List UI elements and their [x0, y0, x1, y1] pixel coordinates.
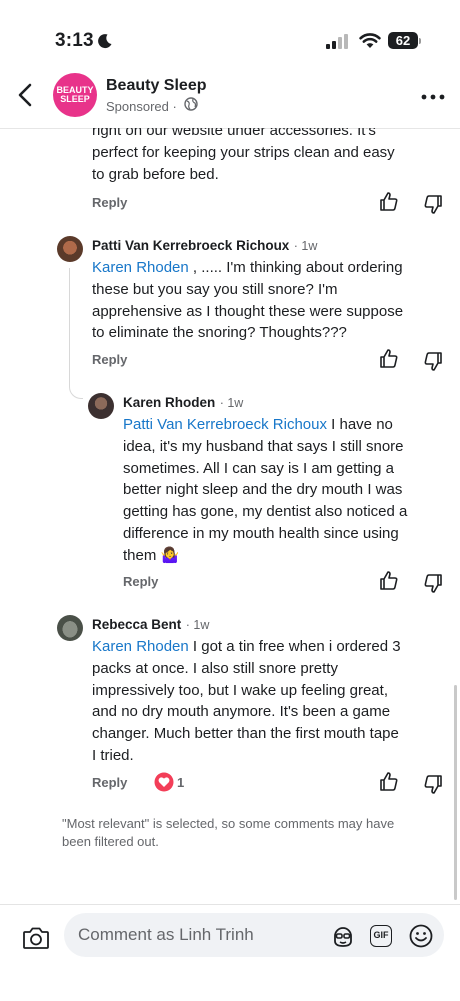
love-reaction-icon[interactable] [154, 772, 174, 792]
avatar[interactable] [88, 393, 114, 419]
comment-1-line: to eliminate the snoring? Thoughts??? [92, 324, 347, 342]
comment-author[interactable]: Patti Van Kerrebroeck Richoux [92, 238, 289, 253]
scrollbar[interactable] [454, 685, 457, 900]
comment-3-header: Rebecca Bent · 1w [92, 616, 209, 634]
sponsored-label: Sponsored · [106, 99, 177, 114]
comment-3-line: impressively too, but I wake up feeling … [92, 681, 388, 699]
comment-placeholder: Comment as Linh Trinh [78, 925, 254, 944]
comment-0-line: to grab before bed. [92, 165, 219, 183]
brand-logo-line2: SLEEP [60, 94, 90, 104]
page-title[interactable]: Beauty Sleep [106, 77, 206, 95]
comment-1-header: Patti Van Kerrebroeck Richoux · 1w [92, 237, 317, 255]
comment-2-line: idea, it's my husband that says I still … [123, 437, 404, 455]
gif-icon[interactable]: GIF [370, 925, 392, 947]
mention-link[interactable]: Karen Rhoden [92, 259, 189, 276]
status-bar: 3:13 62 [0, 0, 460, 70]
gif-label: GIF [373, 930, 389, 940]
comment-1-line: apprehensive as I thought these were sup… [92, 302, 404, 320]
like-icon[interactable] [378, 771, 400, 793]
comment-2-line: difference in my mouth health since usin… [123, 524, 399, 542]
avatar-sticker-icon[interactable] [330, 923, 356, 949]
comment-3-line: packs at once. I also still snore pretty [92, 659, 338, 677]
like-icon[interactable] [378, 348, 400, 370]
comment-0-line: right on our website under accessories. … [92, 128, 376, 139]
reply-button[interactable]: Reply [92, 195, 127, 210]
comment-2-header: Karen Rhoden · 1w [123, 394, 243, 412]
comment-0-line: perfect for keeping your strips clean an… [92, 143, 395, 161]
comment-3-line: I got a tin free when i ordered 3 [188, 638, 401, 655]
mention-link[interactable]: Patti Van Kerrebroeck Richoux [123, 416, 327, 433]
comment-3-line: changer. Much better than the first mout… [92, 725, 399, 743]
battery-indicator: 62 [388, 32, 418, 49]
comment-2-line: I have no [327, 416, 393, 433]
comment-1-text: Karen Rhoden , ..... I'm thinking about … [92, 257, 457, 344]
dislike-icon[interactable] [422, 572, 444, 594]
reply-button[interactable]: Reply [92, 775, 127, 790]
camera-icon[interactable] [22, 925, 50, 951]
comment-thread-line [69, 268, 83, 399]
globe-icon [184, 97, 198, 111]
like-icon[interactable] [378, 191, 400, 213]
reaction-count: 1 [177, 775, 185, 790]
reply-button[interactable]: Reply [92, 352, 127, 367]
comment-3-text: Karen Rhoden I got a tin free when i ord… [92, 636, 457, 767]
filter-note: "Most relevant" is selected, so some com… [62, 816, 395, 849]
comment-3-line: I tried. [92, 746, 134, 764]
dislike-icon[interactable] [422, 350, 444, 372]
comment-composer: Comment as Linh Trinh GIF [0, 904, 460, 1001]
comment-time: · 1w [219, 396, 244, 410]
comment-2-line: sometimes. All I can say is I am getting… [123, 459, 394, 477]
avatar[interactable] [57, 236, 83, 262]
like-icon[interactable] [378, 570, 400, 592]
status-time: 3:13 [55, 30, 94, 51]
mention-link[interactable]: Karen Rhoden [92, 638, 189, 655]
comment-2-line: getting has gone, my dentist also notice… [123, 503, 408, 521]
dislike-icon[interactable] [422, 773, 444, 795]
comment-2-text: Patti Van Kerrebroeck Richoux I have no … [123, 414, 457, 567]
battery-tip [419, 38, 421, 44]
comment-2-line: better night sleep and the dry mouth I w… [123, 481, 403, 499]
comment-input[interactable]: Comment as Linh Trinh GIF [64, 913, 444, 957]
avatar[interactable] [57, 615, 83, 641]
wifi-icon [359, 33, 381, 48]
comment-0-text: right on our website under accessories. … [0, 128, 460, 188]
comment-author[interactable]: Rebecca Bent [92, 617, 181, 632]
back-icon[interactable] [14, 82, 38, 108]
comment-2-line: them 🤷‍♀️ [123, 546, 180, 564]
more-icon[interactable] [420, 92, 446, 102]
comment-author[interactable]: Karen Rhoden [123, 395, 215, 410]
brand-avatar[interactable]: BEAUTY SLEEP [53, 73, 97, 117]
comment-3-line: and no dry mouth anymore. It's been a ga… [92, 703, 391, 721]
comment-time: · 1w [293, 239, 318, 253]
dislike-icon[interactable] [422, 193, 444, 215]
moon-icon [98, 34, 112, 49]
comment-time: · 1w [185, 618, 210, 632]
signal-icon [326, 34, 348, 49]
comment-1-line: , ..... I'm thinking about ordering [188, 259, 403, 276]
comment-1-line: these but you say you still snore? I'm [92, 280, 338, 298]
reply-button[interactable]: Reply [123, 574, 158, 589]
emoji-icon[interactable] [408, 923, 434, 949]
